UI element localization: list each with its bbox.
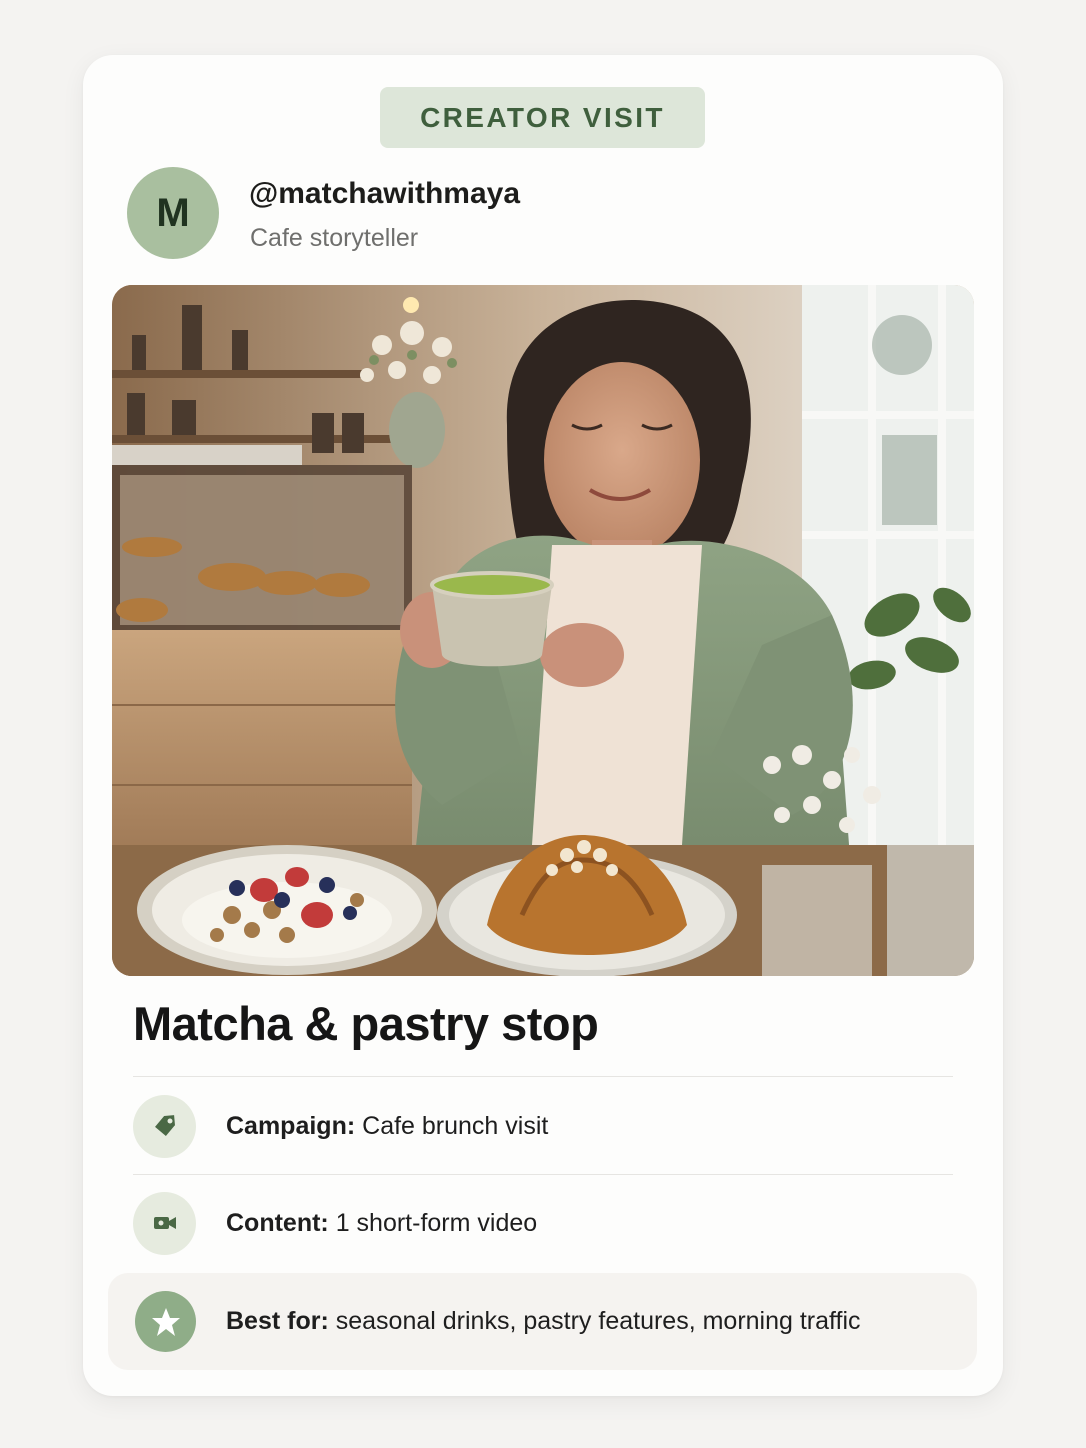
divider xyxy=(133,1076,953,1077)
best-for-row: Best for: seasonal drinks, pastry featur… xyxy=(108,1273,977,1370)
tag-icon xyxy=(133,1094,196,1158)
creator-visit-card: CREATOR VISIT M @matchawithmaya Cafe sto… xyxy=(83,55,1003,1396)
best-for-label: Best for: xyxy=(226,1307,329,1335)
visit-title: Matcha & pastry stop xyxy=(133,997,599,1050)
creator-role: Cafe storyteller xyxy=(250,224,419,252)
best-for-value: seasonal drinks, pastry features, mornin… xyxy=(335,1307,861,1335)
campaign-row: Campaign: Cafe brunch visit xyxy=(133,1092,953,1160)
creator-visit-badge: CREATOR VISIT xyxy=(380,87,705,148)
best-for-text: Best for: seasonal drinks, pastry featur… xyxy=(226,1307,861,1336)
content-value: 1 short-form video xyxy=(335,1208,538,1237)
star-icon xyxy=(135,1291,196,1352)
campaign-text: Campaign: Cafe brunch visit xyxy=(226,1112,548,1141)
photo-illustration xyxy=(112,285,974,976)
avatar[interactable]: M xyxy=(127,167,219,259)
campaign-label: Campaign: xyxy=(226,1111,356,1140)
divider xyxy=(133,1174,953,1175)
campaign-value: Cafe brunch visit xyxy=(362,1111,549,1140)
creator-handle[interactable]: @matchawithmaya xyxy=(249,177,520,211)
content-row: Content: 1 short-form video xyxy=(133,1189,953,1257)
cafe-photo[interactable] xyxy=(112,285,974,976)
content-label: Content: xyxy=(226,1208,329,1237)
content-text: Content: 1 short-form video xyxy=(226,1209,537,1238)
video-camera-icon xyxy=(133,1191,196,1255)
